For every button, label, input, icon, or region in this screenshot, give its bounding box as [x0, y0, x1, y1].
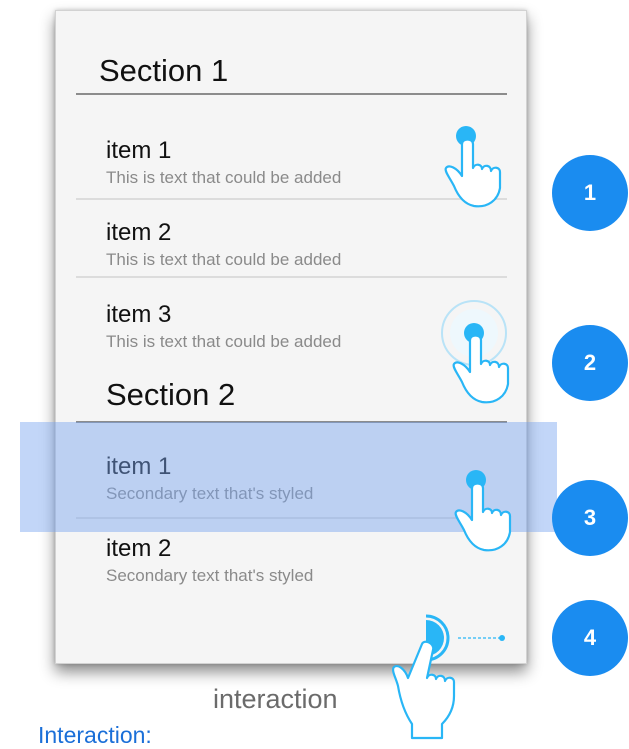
press-gesture-icon	[441, 300, 510, 404]
interaction-link[interactable]: Interaction:	[38, 722, 152, 749]
section-1-header: Section 1	[99, 53, 229, 88]
item-subtitle: This is text that could be added	[106, 250, 342, 269]
section-2-header: Section 2	[106, 377, 236, 412]
interaction-caption: interaction	[213, 684, 338, 714]
step-badge-4: 4	[552, 600, 628, 676]
item-title: item 2	[106, 219, 172, 246]
item-subtitle: This is text that could be added	[106, 168, 342, 187]
step-badge-2: 2	[552, 325, 628, 401]
touch-hand-icon	[444, 138, 502, 208]
item-title: item 2	[106, 535, 172, 562]
item-title: item 1	[106, 137, 172, 164]
swipe-gesture-icon	[391, 614, 505, 740]
tap-gesture-icon	[444, 126, 502, 208]
step-badge-1: 1	[552, 155, 628, 231]
touch-hand-icon	[391, 640, 456, 740]
item-title: item 3	[106, 301, 172, 328]
select-gesture-icon	[454, 470, 512, 552]
section-1-rule	[76, 93, 507, 95]
item-subtitle: Secondary text that's styled	[106, 566, 314, 585]
section-1-list-item-2[interactable]: item 2 This is text that could be added	[56, 219, 526, 279]
item-divider	[76, 276, 507, 278]
touch-hand-icon	[454, 482, 512, 552]
item-subtitle: This is text that could be added	[106, 332, 342, 351]
step-badge-3: 3	[552, 480, 628, 556]
